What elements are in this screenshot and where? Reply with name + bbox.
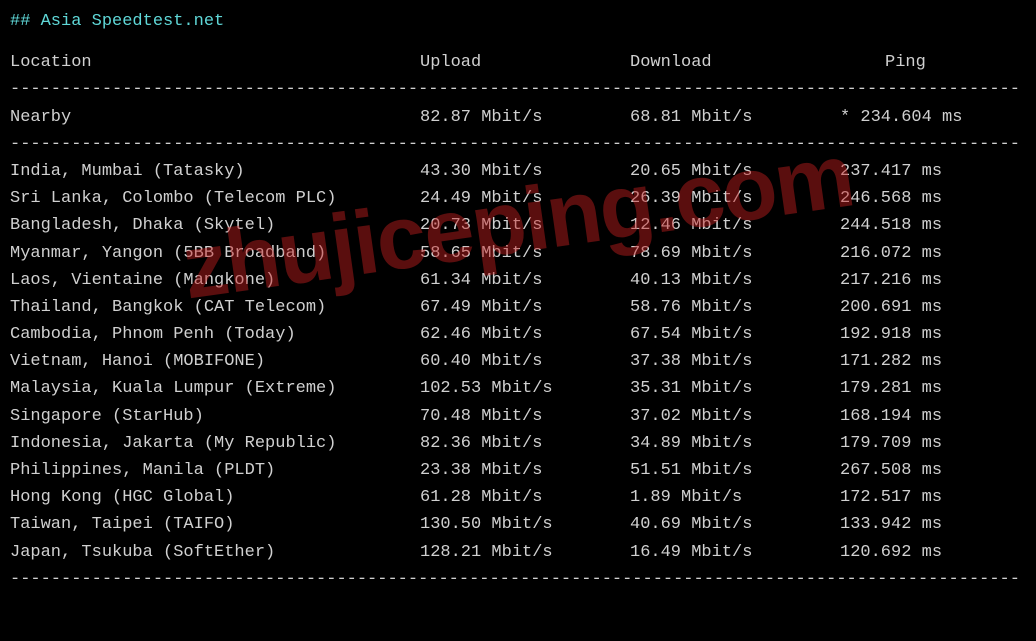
cell-download: 35.31 Mbit/s: [630, 375, 840, 402]
cell-location: Japan, Tsukuba (SoftEther): [10, 539, 420, 566]
cell-upload: 20.73 Mbit/s: [420, 212, 630, 239]
cell-ping: 200.691 ms: [840, 294, 942, 321]
cell-download: 12.46 Mbit/s: [630, 212, 840, 239]
table-row: India, Mumbai (Tatasky)43.30 Mbit/s20.65…: [10, 158, 1026, 185]
cell-upload: 60.40 Mbit/s: [420, 348, 630, 375]
cell-ping: 237.417 ms: [840, 158, 942, 185]
cell-location: Vietnam, Hanoi (MOBIFONE): [10, 348, 420, 375]
cell-upload: 128.21 Mbit/s: [420, 539, 630, 566]
cell-ping: 120.692 ms: [840, 539, 942, 566]
table-row: Bangladesh, Dhaka (Skytel)20.73 Mbit/s12…: [10, 212, 1026, 239]
table-row: Thailand, Bangkok (CAT Telecom)67.49 Mbi…: [10, 294, 1026, 321]
table-row: Cambodia, Phnom Penh (Today)62.46 Mbit/s…: [10, 321, 1026, 348]
cell-upload: 24.49 Mbit/s: [420, 185, 630, 212]
table-row: Myanmar, Yangon (5BB Broadband)58.65 Mbi…: [10, 240, 1026, 267]
cell-download: 67.54 Mbit/s: [630, 321, 840, 348]
table-row: Singapore (StarHub)70.48 Mbit/s37.02 Mbi…: [10, 403, 1026, 430]
table-row: Laos, Vientaine (Mangkone)61.34 Mbit/s40…: [10, 267, 1026, 294]
cell-upload: 62.46 Mbit/s: [420, 321, 630, 348]
cell-location: Cambodia, Phnom Penh (Today): [10, 321, 420, 348]
nearby-row: Nearby 82.87 Mbit/s 68.81 Mbit/s * 234.6…: [10, 104, 1026, 131]
title-text: Asia Speedtest.net: [41, 12, 225, 31]
cell-location: Hong Kong (HGC Global): [10, 484, 420, 511]
cell-upload: 61.28 Mbit/s: [420, 484, 630, 511]
cell-upload: 43.30 Mbit/s: [420, 158, 630, 185]
table-row: Japan, Tsukuba (SoftEther)128.21 Mbit/s1…: [10, 539, 1026, 566]
table-row: Malaysia, Kuala Lumpur (Extreme)102.53 M…: [10, 375, 1026, 402]
cell-location: Philippines, Manila (PLDT): [10, 457, 420, 484]
cell-download: 40.13 Mbit/s: [630, 267, 840, 294]
cell-download: 51.51 Mbit/s: [630, 457, 840, 484]
separator-line: ----------------------------------------…: [10, 566, 1026, 593]
cell-download: 16.49 Mbit/s: [630, 539, 840, 566]
cell-upload: 23.38 Mbit/s: [420, 457, 630, 484]
table-row: Hong Kong (HGC Global)61.28 Mbit/s1.89 M…: [10, 484, 1026, 511]
cell-ping: 168.194 ms: [840, 403, 942, 430]
nearby-location: Nearby: [10, 104, 420, 131]
nearby-download: 68.81 Mbit/s: [630, 104, 840, 131]
cell-ping: 246.568 ms: [840, 185, 942, 212]
table-row: Sri Lanka, Colombo (Telecom PLC)24.49 Mb…: [10, 185, 1026, 212]
cell-ping: 179.281 ms: [840, 375, 942, 402]
table-row: Indonesia, Jakarta (My Republic)82.36 Mb…: [10, 430, 1026, 457]
cell-ping: 172.517 ms: [840, 484, 942, 511]
cell-ping: 217.216 ms: [840, 267, 942, 294]
cell-location: Malaysia, Kuala Lumpur (Extreme): [10, 375, 420, 402]
cell-ping: 244.518 ms: [840, 212, 942, 239]
cell-download: 20.65 Mbit/s: [630, 158, 840, 185]
nearby-upload: 82.87 Mbit/s: [420, 104, 630, 131]
cell-download: 78.69 Mbit/s: [630, 240, 840, 267]
table-row: Vietnam, Hanoi (MOBIFONE)60.40 Mbit/s37.…: [10, 348, 1026, 375]
cell-upload: 67.49 Mbit/s: [420, 294, 630, 321]
header-location: Location: [10, 49, 420, 76]
cell-upload: 130.50 Mbit/s: [420, 511, 630, 538]
nearby-ping: * 234.604 ms: [840, 104, 962, 131]
cell-location: Laos, Vientaine (Mangkone): [10, 267, 420, 294]
cell-location: Bangladesh, Dhaka (Skytel): [10, 212, 420, 239]
cell-location: Indonesia, Jakarta (My Republic): [10, 430, 420, 457]
cell-download: 40.69 Mbit/s: [630, 511, 840, 538]
header-upload: Upload: [420, 49, 630, 76]
page-title: ## Asia Speedtest.net: [10, 8, 1026, 35]
separator-line: ----------------------------------------…: [10, 131, 1026, 158]
cell-download: 34.89 Mbit/s: [630, 430, 840, 457]
cell-upload: 82.36 Mbit/s: [420, 430, 630, 457]
cell-download: 37.02 Mbit/s: [630, 403, 840, 430]
table-row: Philippines, Manila (PLDT)23.38 Mbit/s51…: [10, 457, 1026, 484]
cell-download: 26.39 Mbit/s: [630, 185, 840, 212]
cell-ping: 171.282 ms: [840, 348, 942, 375]
header-row: Location Upload Download Ping: [10, 49, 1026, 76]
cell-download: 1.89 Mbit/s: [630, 484, 840, 511]
cell-download: 37.38 Mbit/s: [630, 348, 840, 375]
cell-ping: 133.942 ms: [840, 511, 942, 538]
cell-ping: 179.709 ms: [840, 430, 942, 457]
cell-upload: 102.53 Mbit/s: [420, 375, 630, 402]
table-row: Taiwan, Taipei (TAIFO)130.50 Mbit/s40.69…: [10, 511, 1026, 538]
cell-location: Singapore (StarHub): [10, 403, 420, 430]
title-prefix: ##: [10, 12, 30, 31]
cell-location: Sri Lanka, Colombo (Telecom PLC): [10, 185, 420, 212]
cell-upload: 58.65 Mbit/s: [420, 240, 630, 267]
cell-upload: 61.34 Mbit/s: [420, 267, 630, 294]
cell-upload: 70.48 Mbit/s: [420, 403, 630, 430]
cell-location: Taiwan, Taipei (TAIFO): [10, 511, 420, 538]
separator-line: ----------------------------------------…: [10, 76, 1026, 103]
header-download: Download: [630, 49, 840, 76]
cell-ping: 216.072 ms: [840, 240, 942, 267]
header-ping: Ping: [840, 49, 926, 76]
cell-ping: 267.508 ms: [840, 457, 942, 484]
cell-location: Thailand, Bangkok (CAT Telecom): [10, 294, 420, 321]
cell-location: Myanmar, Yangon (5BB Broadband): [10, 240, 420, 267]
cell-download: 58.76 Mbit/s: [630, 294, 840, 321]
cell-ping: 192.918 ms: [840, 321, 942, 348]
cell-location: India, Mumbai (Tatasky): [10, 158, 420, 185]
